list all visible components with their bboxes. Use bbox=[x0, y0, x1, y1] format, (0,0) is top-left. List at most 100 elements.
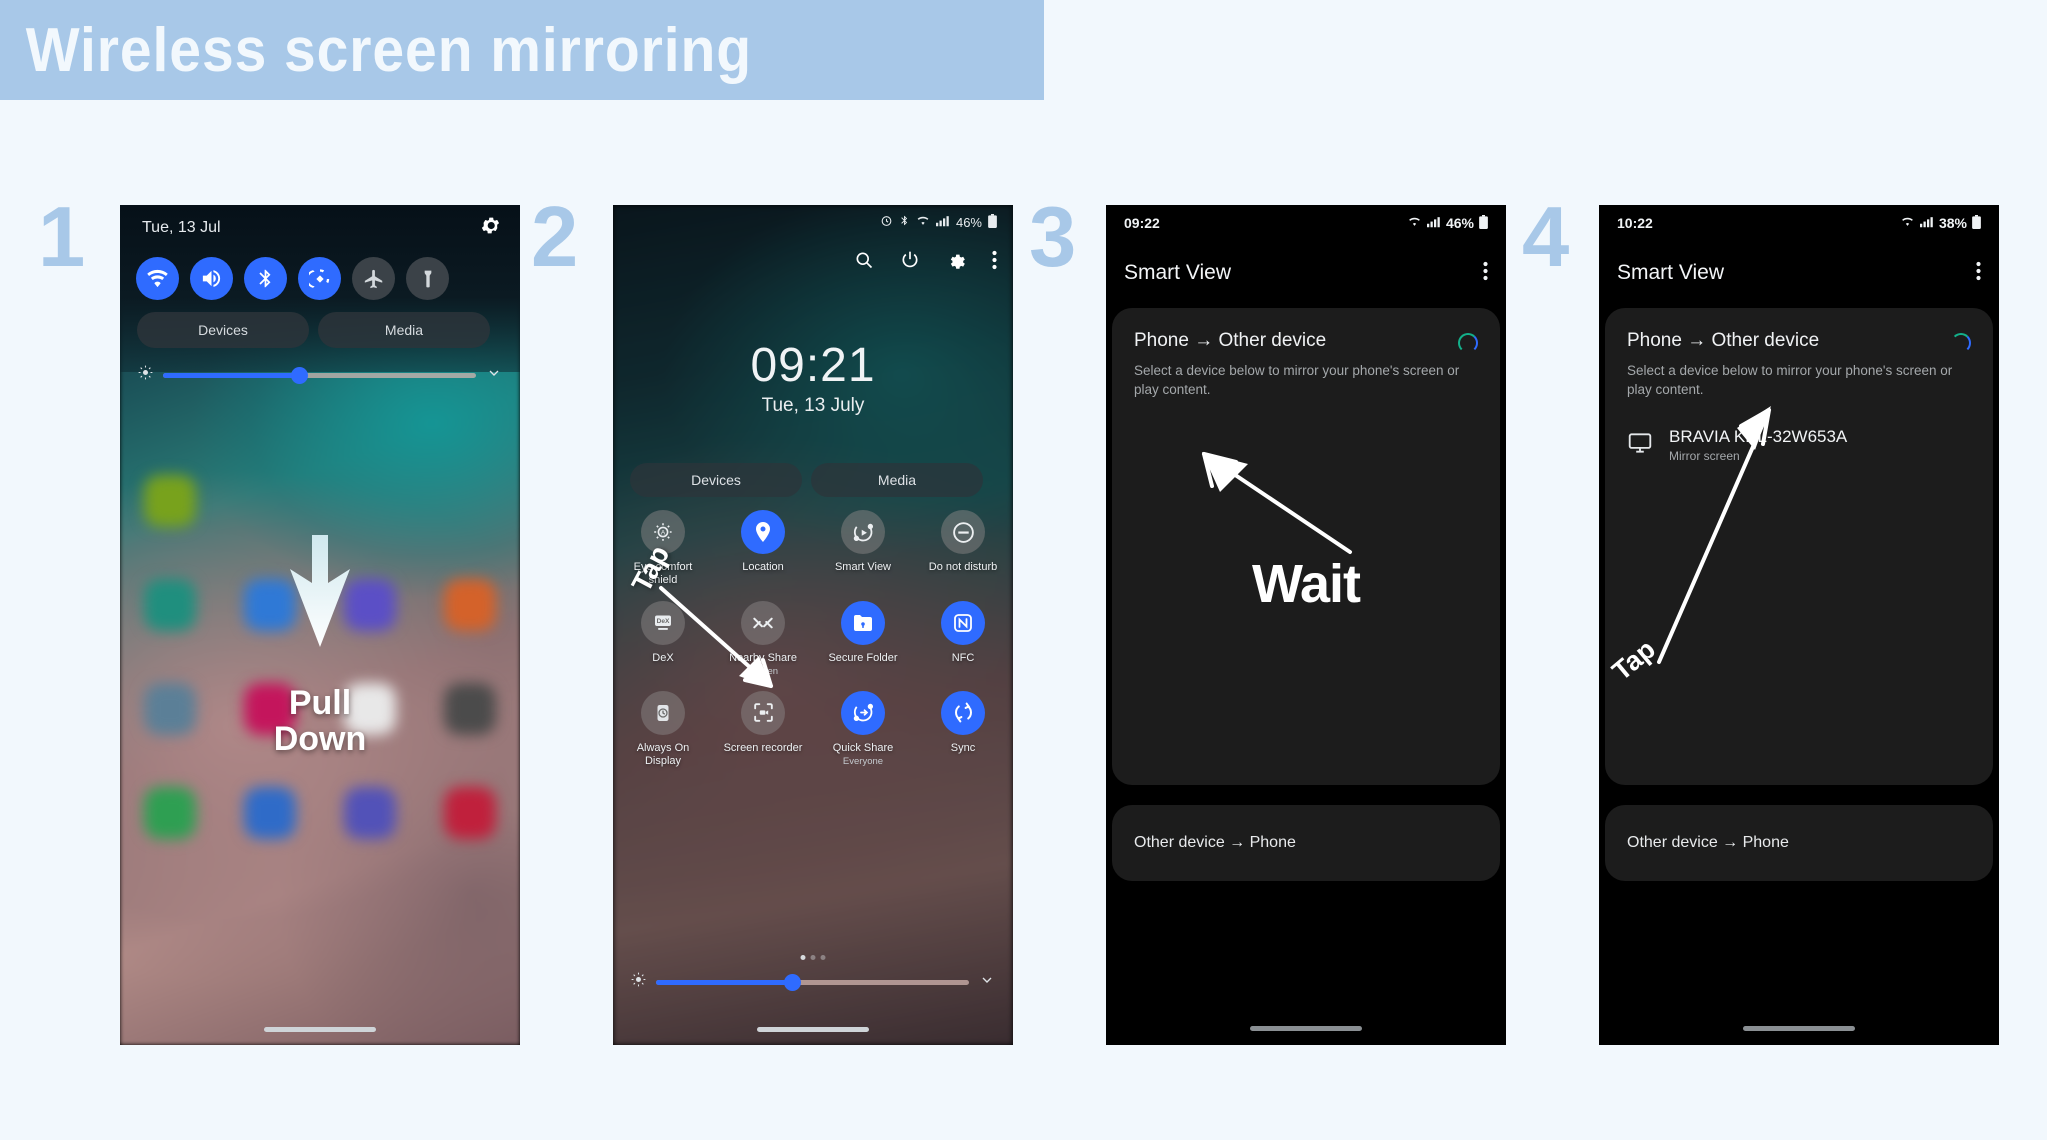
app-icon bbox=[444, 787, 496, 839]
brightness-icon bbox=[631, 972, 646, 992]
more-options-icon[interactable] bbox=[1976, 261, 1981, 286]
svg-text:A: A bbox=[661, 530, 666, 537]
brightness-icon bbox=[138, 365, 153, 385]
status-time: 10:22 bbox=[1617, 215, 1653, 231]
flashlight-toggle[interactable] bbox=[406, 257, 449, 300]
app-icon bbox=[244, 787, 296, 839]
alarm-icon bbox=[880, 214, 893, 230]
pull-down-arrow-icon bbox=[282, 535, 358, 652]
tile-sublabel: Everyone bbox=[842, 755, 884, 767]
cellular-signal-icon bbox=[1426, 215, 1441, 231]
media-pill[interactable]: Media bbox=[318, 312, 490, 348]
more-options-icon[interactable] bbox=[992, 250, 997, 275]
wifi-status-icon bbox=[1900, 215, 1915, 231]
quick-settings-peek: Tue, 13 Jul Devices Media bbox=[120, 205, 520, 372]
battery-percent-label: 46% bbox=[1445, 215, 1474, 231]
battery-percent-label: 46% bbox=[955, 214, 982, 230]
smart-view-icon bbox=[841, 510, 885, 554]
pull-down-hint: Pull Down bbox=[120, 685, 520, 757]
phone-screenshot-1: Tue, 13 Jul Devices Media Pull Down bbox=[120, 205, 520, 1045]
tile-label: Location bbox=[742, 561, 784, 573]
tile-sync[interactable]: Sync bbox=[913, 690, 1013, 768]
tile-quick-share[interactable]: Quick Share Everyone bbox=[813, 690, 913, 768]
devices-pill[interactable]: Devices bbox=[137, 312, 309, 348]
phone-screenshot-4: 10:22 38% Smart View Phone → Other devic… bbox=[1599, 205, 1999, 1045]
page-title: Wireless screen mirroring bbox=[25, 15, 753, 85]
app-icon bbox=[444, 579, 496, 631]
phone-screenshot-2: 46% 09:21 Tue, 13 July Devices Media A E… bbox=[613, 205, 1013, 1045]
app-icon bbox=[144, 475, 196, 527]
tile-secure-folder[interactable]: Secure Folder bbox=[813, 600, 913, 677]
app-icon bbox=[144, 787, 196, 839]
tile-label: NFC bbox=[951, 651, 975, 664]
navigation-bar-handle bbox=[1743, 1026, 1855, 1031]
title-banner: Wireless screen mirroring bbox=[0, 0, 1044, 100]
tap-arrow-icon bbox=[1645, 400, 1795, 675]
phone-screenshot-3: 09:22 46% Smart View Phone → Other devic… bbox=[1106, 205, 1506, 1045]
quick-settings-date: Tue, 13 Jul bbox=[142, 219, 221, 236]
step-number-3: 3 bbox=[1029, 190, 1077, 285]
tile-do-not-disturb[interactable]: Do not disturb bbox=[913, 510, 1013, 587]
app-icon bbox=[244, 475, 296, 527]
brightness-knob[interactable] bbox=[291, 366, 309, 384]
page-dot bbox=[820, 955, 826, 960]
lock-clock: 09:21 bbox=[750, 339, 876, 392]
status-time: 09:22 bbox=[1124, 215, 1160, 231]
section-title: Other device → Phone bbox=[1627, 834, 1789, 851]
devices-pill[interactable]: Devices bbox=[630, 463, 802, 497]
status-bar: 09:22 46% bbox=[1106, 205, 1506, 241]
section-description: Select a device below to mirror your pho… bbox=[1627, 363, 1953, 397]
page-dot bbox=[810, 955, 816, 960]
search-icon[interactable] bbox=[854, 250, 874, 275]
navigation-bar-handle bbox=[264, 1027, 376, 1032]
tile-smart-view[interactable]: Smart View bbox=[813, 510, 913, 587]
app-icon bbox=[344, 787, 396, 839]
cellular-signal-icon bbox=[1919, 215, 1934, 231]
wait-arrow-icon bbox=[1190, 440, 1360, 565]
page-indicator-dots bbox=[800, 955, 826, 960]
more-options-icon[interactable] bbox=[1483, 261, 1488, 286]
settings-gear-icon[interactable] bbox=[946, 250, 966, 275]
sound-toggle[interactable] bbox=[190, 257, 233, 300]
power-icon[interactable] bbox=[900, 250, 920, 275]
section-title: Phone → Other device bbox=[1627, 330, 1820, 351]
card-header: Phone → Other device bbox=[1605, 308, 1993, 353]
app-bar: Smart View bbox=[1106, 253, 1506, 293]
bluetooth-toggle[interactable] bbox=[244, 257, 287, 300]
app-icon bbox=[144, 579, 196, 631]
quick-settings-header-icons bbox=[854, 250, 997, 275]
brightness-slider[interactable] bbox=[656, 973, 969, 991]
other-device-to-phone-card[interactable]: Other device → Phone bbox=[1112, 805, 1500, 881]
brightness-slider[interactable] bbox=[163, 366, 476, 384]
app-bar: Smart View bbox=[1599, 253, 1999, 293]
page-dot bbox=[800, 955, 806, 960]
app-icon bbox=[444, 475, 496, 527]
status-bar: 10:22 38% bbox=[1599, 205, 1999, 241]
chevron-down-icon[interactable] bbox=[486, 365, 502, 386]
wifi-status-icon bbox=[1407, 215, 1422, 231]
quick-toggle-row bbox=[136, 257, 449, 300]
chevron-down-icon[interactable] bbox=[979, 972, 995, 993]
quick-settings-pills: Devices Media bbox=[137, 312, 490, 348]
app-title: Smart View bbox=[1124, 261, 1231, 284]
app-icon bbox=[344, 475, 396, 527]
section-title: Phone → Other device bbox=[1134, 330, 1327, 351]
settings-gear-icon[interactable] bbox=[481, 216, 500, 240]
airplane-mode-toggle[interactable] bbox=[352, 257, 395, 300]
location-pin-icon bbox=[741, 510, 785, 554]
card-header: Phone → Other device bbox=[1112, 308, 1500, 353]
tile-label: Quick Share bbox=[832, 741, 894, 754]
tile-label: Do not disturb bbox=[928, 561, 998, 573]
media-pill[interactable]: Media bbox=[811, 463, 983, 497]
tile-nfc[interactable]: NFC bbox=[913, 600, 1013, 677]
wifi-toggle[interactable] bbox=[136, 257, 179, 300]
tile-location[interactable]: Location bbox=[713, 510, 813, 587]
poster-root: Wireless screen mirroring 1 2 3 4 Tue, 1… bbox=[0, 0, 2047, 1140]
tap-arrow-icon bbox=[653, 580, 803, 715]
brightness-knob[interactable] bbox=[784, 973, 802, 991]
tile-label: Screen recorder bbox=[723, 741, 803, 754]
brightness-fill bbox=[656, 979, 791, 985]
battery-icon bbox=[1972, 214, 1981, 232]
other-device-to-phone-card[interactable]: Other device → Phone bbox=[1605, 805, 1993, 881]
auto-rotate-toggle[interactable] bbox=[298, 257, 341, 300]
